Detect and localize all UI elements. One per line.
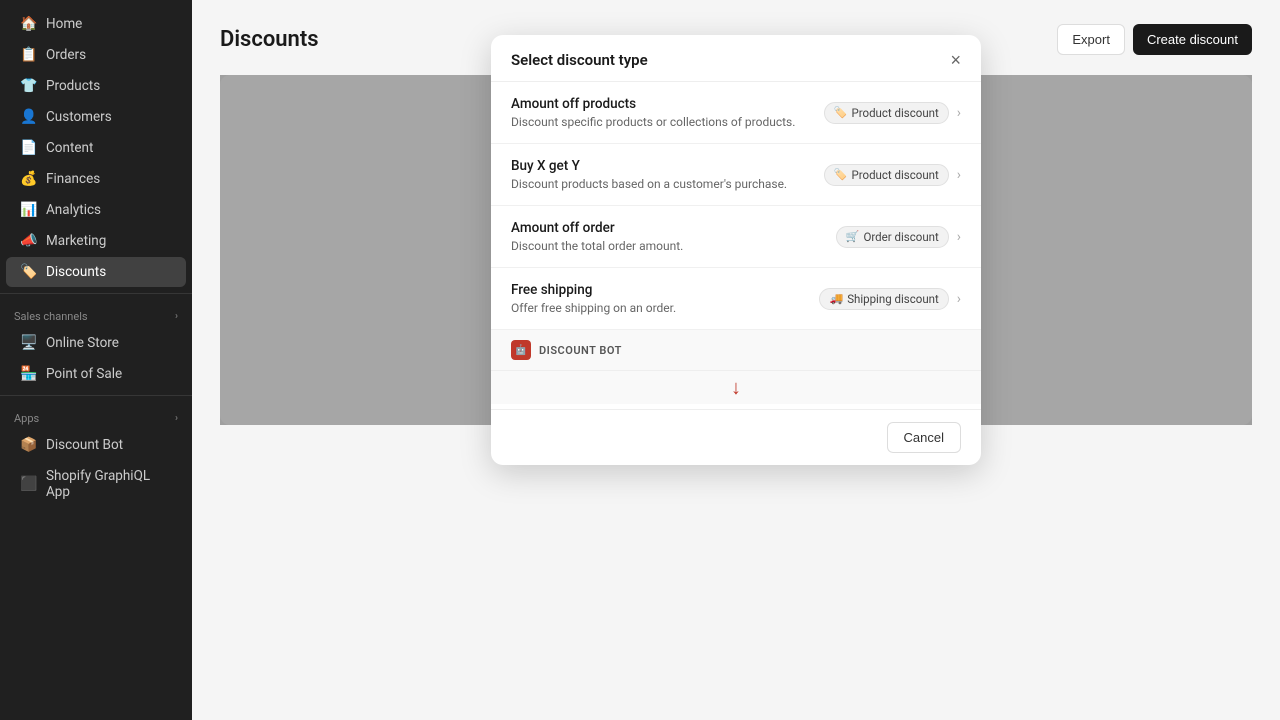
discounts-label: Discounts — [46, 264, 106, 280]
sidebar-item-orders[interactable]: 📋 Orders — [6, 40, 186, 70]
shopify-graphiql-icon: ⬛ — [20, 476, 36, 492]
select-discount-modal: Select discount type × Amount off produc… — [491, 35, 981, 465]
content-icon: 📄 — [20, 140, 36, 156]
chevron-amount-off-products: › — [957, 105, 961, 121]
point-of-sale-label: Point of Sale — [46, 366, 122, 382]
discount-option-amount-off-products[interactable]: Amount off products Discount specific pr… — [491, 82, 981, 144]
page-title: Discounts — [220, 27, 319, 52]
badge-icon-amount-off-order: 🛒 — [846, 230, 860, 243]
sidebar-item-online-store[interactable]: 🖥️ Online Store — [6, 328, 186, 358]
badge-icon-free-shipping: 🚚 — [829, 292, 843, 305]
home-icon: 🏠 — [20, 16, 36, 32]
chevron-free-shipping: › — [957, 291, 961, 307]
app-arrow-down: ↓ — [491, 371, 981, 404]
home-label: Home — [46, 16, 82, 32]
header-buttons: Export Create discount — [1057, 24, 1252, 55]
sales-channels-arrow[interactable]: › — [175, 311, 178, 322]
sidebar-item-customers[interactable]: 👤 Customers — [6, 102, 186, 132]
sidebar-item-home[interactable]: 🏠 Home — [6, 9, 186, 39]
modal-title: Select discount type — [511, 51, 648, 69]
option-desc-buy-x-get-y: Discount products based on a customer's … — [511, 177, 787, 191]
badge-free-shipping: 🚚 Shipping discount — [819, 288, 948, 310]
option-desc-amount-off-products: Discount specific products or collection… — [511, 115, 795, 129]
apps-label: Apps › — [0, 402, 192, 429]
sales-channels-label: Sales channels › — [0, 300, 192, 327]
option-name-buy-x-get-y: Buy X get Y — [511, 158, 787, 174]
option-name-amount-off-products: Amount off products — [511, 96, 795, 112]
shopify-graphiql-label: Shopify GraphiQL App — [46, 468, 172, 500]
modal-overlay: Select discount type × Amount off produc… — [220, 75, 1252, 425]
badge-amount-off-order: 🛒 Order discount — [836, 226, 949, 248]
analytics-label: Analytics — [46, 202, 101, 218]
orders-label: Orders — [46, 47, 86, 63]
sidebar-item-marketing[interactable]: 📣 Marketing — [6, 226, 186, 256]
point-of-sale-icon: 🏪 — [20, 366, 36, 382]
badge-label-buy-x-get-y: Product discount — [851, 168, 938, 182]
badge-label-amount-off-products: Product discount — [851, 106, 938, 120]
discounts-background: % S — [220, 75, 1252, 425]
products-label: Products — [46, 78, 100, 94]
option-desc-free-shipping: Offer free shipping on an order. — [511, 301, 676, 315]
discount-option-free-shipping[interactable]: Free shipping Offer free shipping on an … — [491, 268, 981, 330]
discounts-icon: 🏷️ — [20, 264, 36, 280]
sidebar: 🏠 Home 📋 Orders 👕 Products 👤 Customers 📄 Content 💰… — [0, 0, 192, 720]
sidebar-item-discounts[interactable]: 🏷️ Discounts — [6, 257, 186, 287]
badge-icon-buy-x-get-y: 🏷️ — [834, 168, 848, 181]
badge-amount-off-products: 🏷️ Product discount — [824, 102, 949, 124]
chevron-amount-off-order: › — [957, 229, 961, 245]
modal-close-button[interactable]: × — [950, 51, 961, 69]
app-section-name: DISCOUNT BOT — [539, 344, 622, 357]
badge-icon-amount-off-products: 🏷️ — [834, 106, 848, 119]
create-discount-button[interactable]: Create discount — [1133, 24, 1252, 55]
discount-bot-label: Discount Bot — [46, 437, 123, 453]
export-button[interactable]: Export — [1057, 24, 1125, 55]
customers-icon: 👤 — [20, 109, 36, 125]
products-icon: 👕 — [20, 78, 36, 94]
option-name-free-shipping: Free shipping — [511, 282, 676, 298]
content-label: Content — [46, 140, 93, 156]
sidebar-item-products[interactable]: 👕 Products — [6, 71, 186, 101]
badge-buy-x-get-y: 🏷️ Product discount — [824, 164, 949, 186]
chevron-buy-x-get-y: › — [957, 167, 961, 183]
sidebar-item-discount-bot[interactable]: 📦 Discount Bot — [6, 430, 186, 460]
discount-bot-icon: 📦 — [20, 437, 36, 453]
online-store-icon: 🖥️ — [20, 335, 36, 351]
analytics-icon: 📊 — [20, 202, 36, 218]
badge-label-free-shipping: Shipping discount — [847, 292, 939, 306]
orders-icon: 📋 — [20, 47, 36, 63]
discount-bot-icon: 🤖 — [511, 340, 531, 360]
app-section-header: 🤖 DISCOUNT BOT — [491, 330, 981, 371]
sidebar-item-content[interactable]: 📄 Content — [6, 133, 186, 163]
apps-arrow[interactable]: › — [175, 413, 178, 424]
discount-option-buy-x-get-y[interactable]: Buy X get Y Discount products based on a… — [491, 144, 981, 206]
modal-footer: Cancel — [491, 409, 981, 465]
discount-option-amount-off-order[interactable]: Amount off order Discount the total orde… — [491, 206, 981, 268]
main-content: Discounts Export Create discount % — [192, 0, 1280, 720]
sidebar-item-shopify-graphiql[interactable]: ⬛ Shopify GraphiQL App — [6, 461, 186, 507]
sidebar-item-point-of-sale[interactable]: 🏪 Point of Sale — [6, 359, 186, 389]
option-name-amount-off-order: Amount off order — [511, 220, 683, 236]
finances-label: Finances — [46, 171, 100, 187]
modal-header: Select discount type × — [491, 35, 981, 82]
cancel-button[interactable]: Cancel — [887, 422, 961, 453]
badge-label-amount-off-order: Order discount — [863, 230, 938, 244]
customers-label: Customers — [46, 109, 112, 125]
sidebar-item-finances[interactable]: 💰 Finances — [6, 164, 186, 194]
online-store-label: Online Store — [46, 335, 119, 351]
finances-icon: 💰 — [20, 171, 36, 187]
sidebar-item-analytics[interactable]: 📊 Analytics — [6, 195, 186, 225]
arrow-down-icon: ↓ — [731, 375, 741, 400]
marketing-label: Marketing — [46, 233, 106, 249]
modal-body: Amount off products Discount specific pr… — [491, 82, 981, 409]
option-desc-amount-off-order: Discount the total order amount. — [511, 239, 683, 253]
marketing-icon: 📣 — [20, 233, 36, 249]
